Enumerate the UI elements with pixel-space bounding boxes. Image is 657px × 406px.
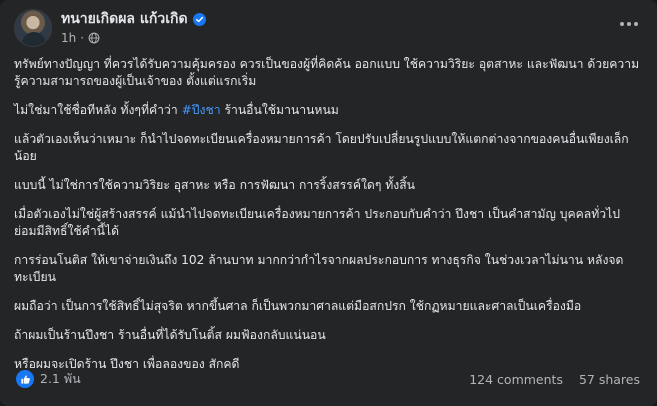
shares-count[interactable]: 57 shares — [579, 372, 640, 387]
more-horizontal-icon — [620, 22, 638, 26]
author-block: ทนายเกิดผล แก้วเกิด 1h · — [61, 10, 206, 46]
post-paragraph: การร่อนโนติส ให้เขาจ่ายเงินถึง 102 ล้านบ… — [14, 253, 624, 284]
reaction-count[interactable]: 2.1 พัน — [40, 369, 81, 389]
hashtag-line-after: ร้านอื่นใช้มานานหนม — [220, 103, 339, 117]
post-paragraph: ถ้าผมเป็นร้านปึงชา ร้านอื่นที่ได้รับโนติ… — [14, 328, 326, 342]
post-paragraph-hashtag: ไม่ใช่มาใช้ชื่อทีหลัง ทั้งๆที่คำว่า #ปึง… — [14, 102, 640, 119]
reactions-summary[interactable]: 2.1 พัน — [14, 368, 81, 390]
post-paragraph: แล้วตัวเองเห็นว่าเหมาะ ก็นำไปจดทะเบียนเค… — [14, 132, 629, 163]
post-card: ทนายเกิดผล แก้วเกิด 1h · ทรัพย์ทางปัญญา … — [0, 0, 657, 406]
post-paragraph: ผมถือว่า เป็นการใช้สิทธิ์ไม่สุจริต หากขึ… — [14, 299, 582, 313]
comments-count[interactable]: 124 comments — [469, 372, 563, 387]
post-body: ทรัพย์ทางปัญญา ที่ควรได้รับความคุ้มครอง … — [14, 56, 640, 385]
hashtag-line-before: ไม่ใช่มาใช้ชื่อทีหลัง ทั้งๆที่คำว่า — [14, 103, 182, 117]
post-paragraph: เมื่อตัวเองไม่ใช่ผู้สร้างสรรค์ แม้นำไปจด… — [14, 207, 621, 238]
post-paragraph: แบบนี้ ไม่ใช่การใช้ความวิริยะ อุสาหะ หรื… — [14, 178, 416, 192]
globe-icon[interactable] — [88, 32, 100, 44]
verified-badge-icon — [192, 12, 206, 26]
engagement-bar: 2.1 พัน 124 comments 57 shares — [14, 368, 640, 390]
post-time[interactable]: 1h — [61, 30, 76, 46]
thumbs-up-icon — [14, 368, 36, 390]
post-meta: 1h · — [61, 30, 206, 46]
comment-share-counts: 124 comments 57 shares — [453, 372, 640, 387]
more-options-button[interactable] — [615, 14, 643, 34]
meta-separator: · — [80, 31, 85, 45]
author-name[interactable]: ทนายเกิดผล แก้วเกิด — [61, 10, 188, 28]
avatar[interactable] — [14, 9, 52, 47]
author-row: ทนายเกิดผล แก้วเกิด — [61, 10, 206, 28]
hashtag-link[interactable]: #ปึงชา — [182, 103, 221, 117]
post-paragraph: ทรัพย์ทางปัญญา ที่ควรได้รับความคุ้มครอง … — [14, 57, 640, 88]
post-header: ทนายเกิดผล แก้วเกิด 1h · — [14, 8, 206, 48]
